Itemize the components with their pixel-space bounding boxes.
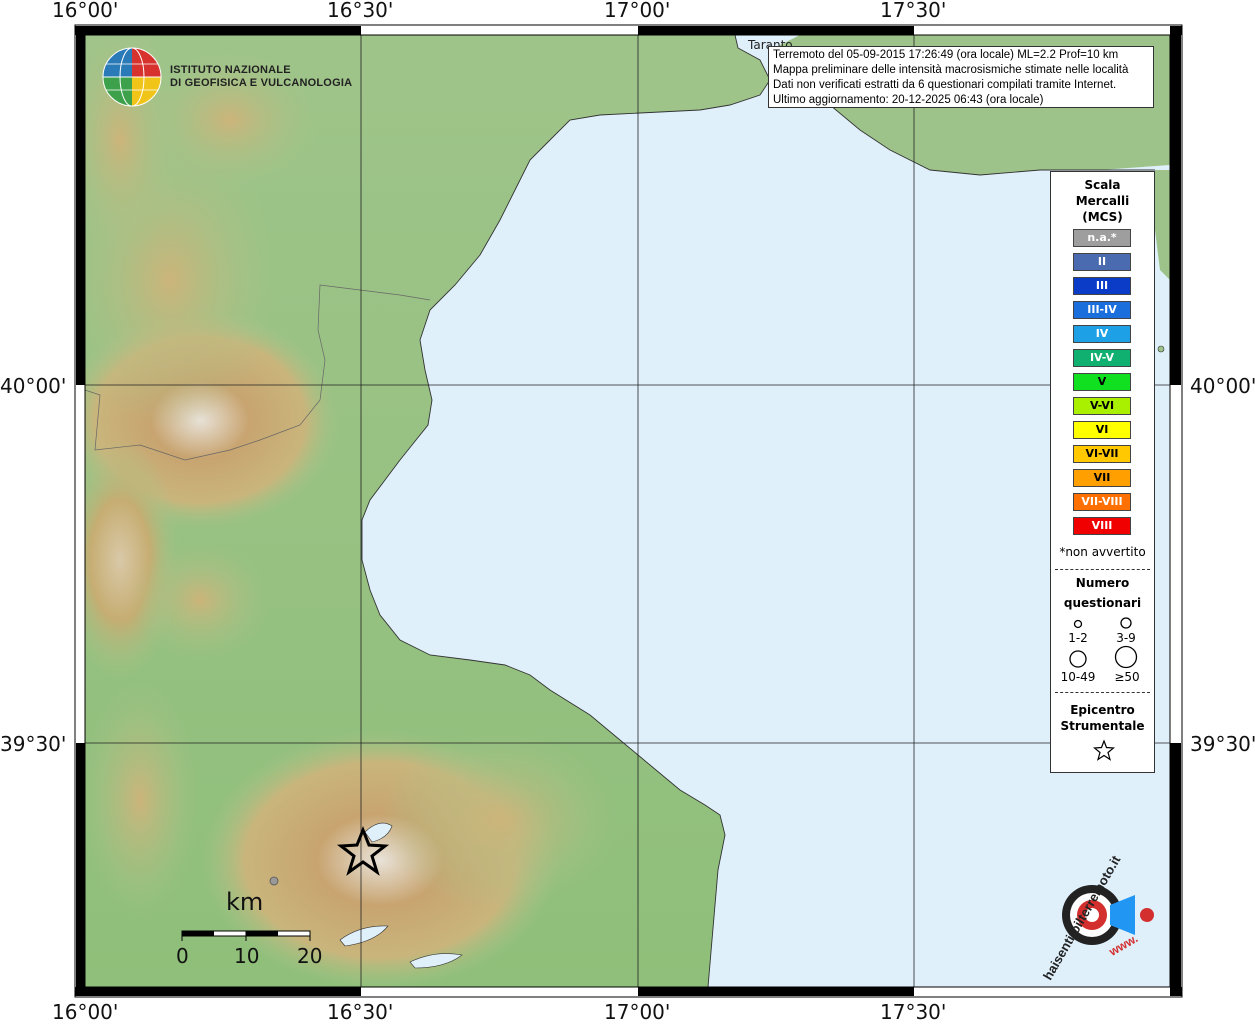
scale-tick-10: 10 [234,944,260,968]
intensity-swatch: VI-VII [1073,445,1131,463]
info-line-1: Terremoto del 05-09-2015 17:26:49 (ora l… [773,49,1119,61]
intensity-swatch: VI [1073,421,1131,439]
info-line-3: Dati non verificati estratti da 6 questi… [773,79,1117,91]
epicenter-legend-star-icon [1093,739,1115,761]
lon-label-top-2: 16°30' [327,0,394,22]
lon-label-bottom-4: 17°30' [880,1000,947,1024]
ingv-logo-text: ISTITUTO NAZIONALE DI GEOFISICA E VULCAN… [170,64,352,90]
ingv-line-1: ISTITUTO NAZIONALE [170,64,291,76]
lon-label-top-4: 17°30' [880,0,947,22]
epi-title-1: Epicentro [1070,703,1135,717]
intensity-swatch: n.a.* [1073,229,1131,247]
scale-tick-0: 0 [176,944,189,968]
legend-panel: Scala Mercalli (MCS) n.a.* II III III-IV IV I… [1050,171,1155,773]
legend-separator-1 [1055,569,1150,570]
count-title-1: Numero [1075,576,1130,590]
lon-label-top-1: 16°00' [52,0,119,22]
count-label-3: 10-49 [1060,670,1096,684]
legend-title-2: Mercalli [1075,194,1130,208]
count-title-2: questionari [1063,596,1142,610]
intensity-swatch: V [1073,373,1131,391]
count-label-4: ≥50 [1114,670,1140,684]
intensity-swatch: IV-V [1073,349,1131,367]
legend-title-1: Scala [1084,178,1121,192]
intensity-swatch: V-VI [1073,397,1131,415]
scale-tick-20: 20 [297,944,323,968]
legend-separator-2 [1055,692,1150,693]
intensity-swatch: VII [1073,469,1131,487]
intensity-swatch: III [1073,277,1131,295]
lon-label-bottom-3: 17°00' [604,1000,671,1024]
lat-label-right-2: 39°30' [1190,732,1255,756]
legend-title-3: (MCS) [1082,210,1123,224]
lon-label-bottom-1: 16°00' [52,1000,119,1024]
ingv-globe-icon [102,47,162,107]
lat-label-left-1: 40°00' [0,374,67,398]
intensity-swatch: IV [1073,325,1131,343]
legend-note: *non avvertito [1059,545,1146,559]
lon-label-top-3: 17°00' [604,0,671,22]
scale-unit-label: km [226,888,264,916]
lat-label-left-2: 39°30' [0,732,67,756]
intensity-swatch: II [1073,253,1131,271]
info-line-4: Ultimo aggiornamento: 20-12-2025 06:43 (… [773,94,1044,106]
intensity-swatch: VIII [1073,517,1131,535]
count-label-2: 3-9 [1116,631,1136,645]
info-line-2: Mappa preliminare delle intensità macros… [773,64,1129,76]
epi-title-2: Strumentale [1060,719,1145,733]
lon-label-bottom-2: 16°30' [327,1000,394,1024]
event-info-box: Terremoto del 05-09-2015 17:26:49 (ora l… [768,46,1154,108]
ingv-line-2: DI GEOFISICA E VULCANOLOGIA [170,77,353,89]
lat-label-right-1: 40°00' [1190,374,1255,398]
count-label-1: 1-2 [1068,631,1088,645]
intensity-swatch: VII-VIII [1073,493,1131,511]
intensity-swatch: III-IV [1073,301,1131,319]
